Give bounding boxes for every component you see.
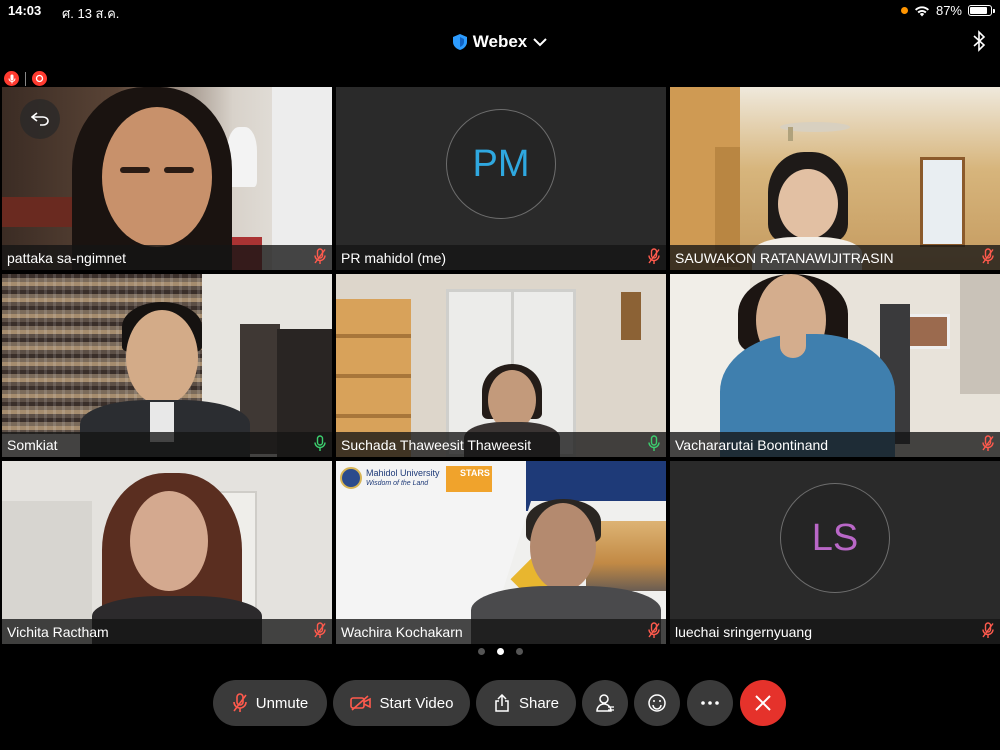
participants-icon	[596, 694, 614, 712]
avatar: LS	[780, 483, 890, 593]
avatar-initials: PM	[472, 142, 530, 185]
participant-name-bar: PR mahidol (me)	[336, 245, 666, 270]
back-button[interactable]	[20, 99, 60, 139]
smiley-icon	[648, 694, 666, 712]
page-dot[interactable]	[477, 648, 485, 655]
participant-name: Somkiat	[7, 436, 58, 453]
status-right: 87%	[900, 3, 995, 18]
share-button[interactable]: Share	[476, 680, 576, 726]
participant-name: PR mahidol (me)	[341, 249, 447, 266]
video-feed	[670, 274, 1000, 457]
participant-tile[interactable]: pattaka sa-ngimnet	[2, 87, 332, 270]
chevron-down-icon	[533, 38, 547, 47]
more-icon	[701, 701, 719, 705]
participant-name-bar: pattaka sa-ngimnet	[2, 245, 332, 270]
recording-indicators	[4, 71, 47, 86]
page-dot[interactable]	[515, 648, 523, 655]
start-video-label: Start Video	[379, 694, 454, 712]
mic-muted-icon	[314, 621, 326, 642]
more-options-button[interactable]	[687, 680, 733, 726]
participant-tile[interactable]: SAUWAKON RATANAWIJITRASIN	[670, 87, 1000, 270]
participant-tile[interactable]: Vachararutai Boontinand	[670, 274, 1000, 457]
university-logo	[340, 467, 362, 489]
back-arrow-icon	[31, 112, 49, 126]
mic-active-icon	[314, 434, 326, 455]
video-feed	[2, 274, 332, 457]
app-title: Webex	[472, 32, 528, 51]
bluetooth-icon[interactable]	[972, 30, 986, 52]
shared-slide: Mahidol University Wisdom of the Land ST…	[336, 461, 666, 644]
participant-name-bar: Vichita Ractham	[2, 619, 332, 644]
battery-percent: 87%	[935, 3, 962, 18]
mic-muted-icon	[982, 247, 994, 268]
mic-muted-icon	[982, 434, 994, 455]
mic-active-icon	[648, 434, 660, 455]
mic-off-icon	[232, 693, 247, 712]
mic-muted-icon	[648, 621, 660, 642]
video-off-icon	[349, 695, 371, 711]
slide-org-name: Mahidol University	[366, 468, 440, 478]
video-feed	[670, 87, 1000, 270]
page-indicator[interactable]	[0, 648, 1000, 655]
mic-muted-icon	[314, 247, 326, 268]
start-video-button[interactable]: Start Video	[333, 680, 470, 726]
participant-name-bar: Suchada Thaweesit Thaweesit	[336, 432, 666, 457]
video-feed	[2, 461, 332, 644]
mic-in-use-indicator-icon	[900, 7, 908, 14]
participant-name: Suchada Thaweesit Thaweesit	[341, 436, 532, 453]
participant-name: luechai sringernyuang	[675, 623, 812, 640]
status-time: 14:03	[8, 3, 42, 18]
participant-tile[interactable]: Somkiat	[2, 274, 332, 457]
participant-name-bar: Vachararutai Boontinand	[670, 432, 1000, 457]
participant-name: pattaka sa-ngimnet	[7, 249, 127, 266]
participant-name-bar: luechai sringernyuang	[670, 619, 1000, 644]
avatar-initials: LS	[811, 516, 859, 559]
unmute-label: Unmute	[255, 694, 309, 712]
participant-tile[interactable]: Vichita Ractham	[2, 461, 332, 644]
participant-name: Wachira Kochakarn	[341, 623, 463, 640]
participant-name: SAUWAKON RATANAWIJITRASIN	[675, 249, 894, 266]
participant-tile[interactable]: PM PR mahidol (me)	[336, 87, 666, 270]
mic-recording-icon	[4, 71, 19, 86]
leave-meeting-button[interactable]	[740, 680, 786, 726]
participant-name-bar: Wachira Kochakarn	[336, 619, 666, 644]
video-feed	[336, 274, 666, 457]
battery-icon	[968, 5, 995, 16]
participant-name: Vichita Ractham	[7, 623, 109, 640]
shield-icon	[452, 34, 467, 50]
camera-recording-icon	[32, 71, 47, 86]
reactions-button[interactable]	[634, 680, 680, 726]
video-grid: pattaka sa-ngimnet PM PR mahidol (me) SA…	[2, 87, 1000, 644]
mic-muted-icon	[648, 247, 660, 268]
participant-tile[interactable]: LS luechai sringernyuang	[670, 461, 1000, 644]
stars-badge: STARS	[446, 466, 492, 492]
unmute-button[interactable]: Unmute	[213, 680, 327, 726]
participant-tile[interactable]: Mahidol University Wisdom of the Land ST…	[336, 461, 666, 644]
meeting-title-button[interactable]: Webex	[0, 26, 1000, 58]
status-date: ศ. 13 ส.ค.	[62, 6, 120, 21]
participant-tile[interactable]: Suchada Thaweesit Thaweesit	[336, 274, 666, 457]
participant-name-bar: Somkiat	[2, 432, 332, 457]
status-bar: 14:03 ศ. 13 ส.ค. 87%	[0, 0, 1000, 22]
share-icon	[495, 694, 509, 712]
slide-org-tagline: Wisdom of the Land	[366, 480, 429, 487]
avatar: PM	[446, 109, 556, 219]
page-dot-active[interactable]	[496, 648, 504, 655]
close-icon	[755, 695, 771, 711]
participant-name-bar: SAUWAKON RATANAWIJITRASIN	[670, 245, 1000, 270]
share-label: Share	[518, 694, 560, 712]
participant-name: Vachararutai Boontinand	[675, 436, 829, 453]
participants-button[interactable]	[582, 680, 628, 726]
wifi-icon	[914, 5, 929, 16]
meeting-controls: Unmute Start Video Share	[0, 680, 1000, 726]
mic-muted-icon	[982, 621, 994, 642]
